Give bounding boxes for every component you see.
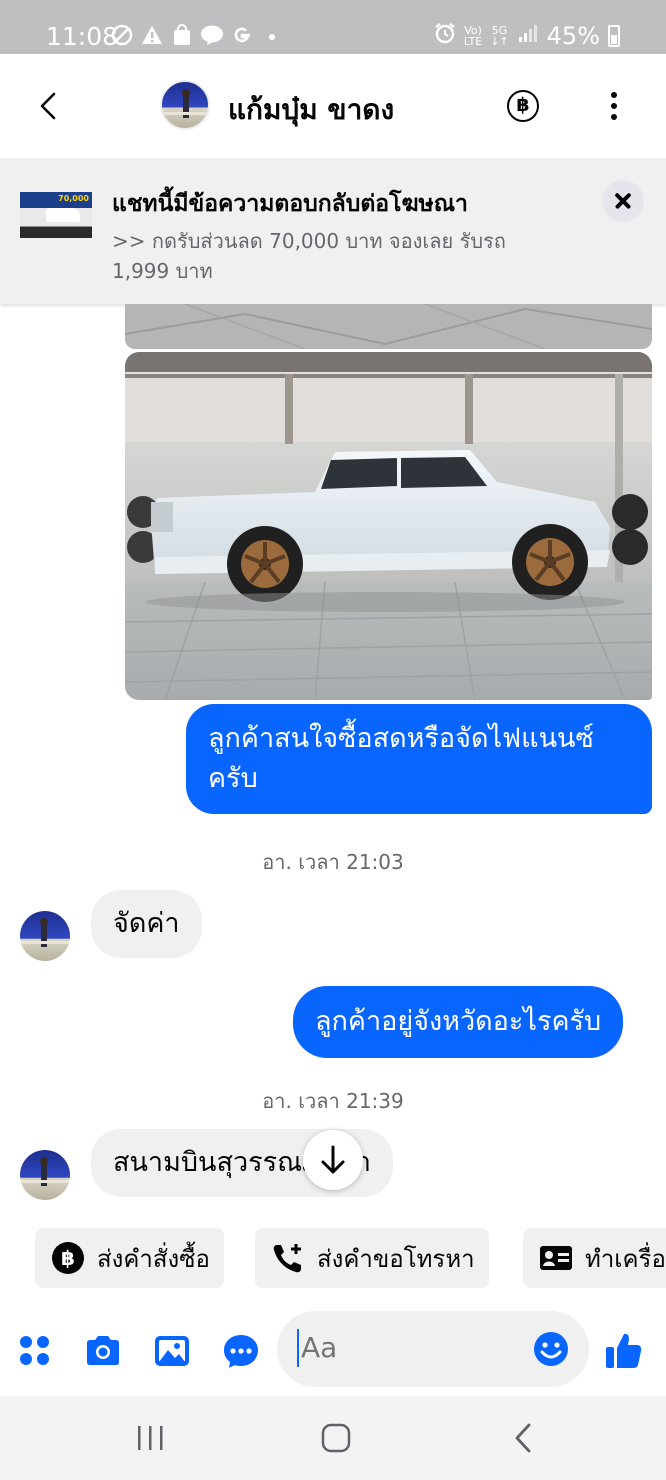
message-timestamp: อา. เวลา 21:39 bbox=[262, 1089, 404, 1113]
message-composer bbox=[0, 1306, 666, 1396]
ad-thumbnail: 70,000 bbox=[20, 192, 92, 238]
system-back-button[interactable] bbox=[503, 1422, 543, 1454]
signal-icon bbox=[517, 22, 539, 50]
contact-avatar-small[interactable] bbox=[20, 1150, 70, 1200]
baht-circle-icon: ฿ bbox=[52, 1242, 84, 1274]
chat-apps-button[interactable] bbox=[222, 1332, 260, 1370]
alarm-icon bbox=[434, 22, 456, 50]
emoji-button[interactable] bbox=[533, 1331, 569, 1367]
message-input-box[interactable] bbox=[277, 1311, 589, 1387]
warning-icon bbox=[140, 24, 164, 48]
gallery-button[interactable] bbox=[153, 1332, 191, 1370]
recent-apps-icon bbox=[138, 1426, 163, 1450]
chat-bubble-icon bbox=[224, 1335, 258, 1368]
status-right: Vo) LTE 5G ↓↑ 45% bbox=[434, 22, 620, 50]
chat-header: แก้มบุ๋ม ขาดง ฿ bbox=[0, 54, 666, 158]
more-actions-button[interactable] bbox=[16, 1332, 54, 1370]
contact-name[interactable]: แก้มบุ๋ม ขาดง bbox=[228, 88, 394, 132]
four-dots-icon bbox=[20, 1336, 49, 1365]
camera-button[interactable] bbox=[84, 1332, 122, 1370]
dot-icon bbox=[260, 24, 284, 48]
dnd-icon bbox=[110, 24, 134, 48]
home-button[interactable] bbox=[316, 1422, 356, 1454]
google-icon bbox=[230, 24, 254, 48]
baht-icon: ฿ bbox=[516, 94, 530, 116]
contact-card-icon bbox=[540, 1246, 572, 1270]
chat-photo-previous[interactable] bbox=[125, 304, 652, 349]
text-cursor bbox=[297, 1329, 299, 1367]
chat-photo-pickup-truck[interactable] bbox=[125, 352, 652, 700]
scroll-to-bottom-button[interactable] bbox=[303, 1130, 363, 1190]
battery-icon bbox=[608, 25, 620, 47]
ad-banner-subtitle: >> กดรับส่วนลด 70,000 บาท จองเลย รับรถ 1… bbox=[112, 229, 506, 283]
camera-icon bbox=[87, 1336, 119, 1365]
shopping-bag-icon bbox=[170, 24, 194, 48]
message-input[interactable] bbox=[301, 1331, 521, 1364]
message-incoming[interactable]: จัดค่า bbox=[91, 890, 202, 958]
quick-reply-request-call[interactable]: ส่งคำขอโทรหา bbox=[255, 1228, 489, 1288]
arrow-down-icon bbox=[321, 1145, 345, 1174]
close-banner-button[interactable] bbox=[602, 180, 644, 222]
more-options-button[interactable] bbox=[604, 92, 624, 122]
quick-reply-send-order[interactable]: ฿ ส่งคำสั่งซื้อ bbox=[35, 1228, 224, 1288]
status-bar: 11:08 Vo) LTE 5G ↓↑ 45% bbox=[0, 0, 666, 54]
contact-avatar[interactable] bbox=[160, 80, 210, 130]
line-app-icon bbox=[200, 24, 224, 48]
thumbs-up-icon bbox=[606, 1333, 642, 1368]
back-arrow-icon bbox=[515, 1423, 531, 1453]
ad-banner-title: แชทนี้มีข้อความตอบกลับต่อโฆษณา bbox=[112, 191, 468, 217]
contact-avatar-small[interactable] bbox=[20, 911, 70, 961]
system-navigation-bar bbox=[0, 1396, 666, 1480]
message-timestamp: อา. เวลา 21:03 bbox=[262, 850, 404, 874]
message-outgoing[interactable]: ลูกค้าอยู่จังหวัดอะไรครับ bbox=[293, 986, 624, 1058]
chevron-left-icon bbox=[40, 92, 56, 120]
notification-icons bbox=[110, 24, 284, 48]
quick-reply-contact-card[interactable]: ทำเครื่อง bbox=[523, 1228, 666, 1288]
smiley-icon bbox=[534, 1332, 568, 1366]
phone-plus-icon bbox=[273, 1244, 301, 1273]
status-time: 11:08 bbox=[46, 22, 119, 51]
like-button[interactable] bbox=[604, 1330, 642, 1368]
image-icon bbox=[155, 1336, 189, 1366]
home-icon bbox=[321, 1423, 351, 1453]
svg-text:฿: ฿ bbox=[61, 1246, 75, 1270]
battery-percent: 45% bbox=[546, 22, 600, 50]
volte-indicator: Vo) LTE bbox=[463, 24, 483, 48]
payment-button[interactable]: ฿ bbox=[507, 90, 539, 122]
network-type: 5G ↓↑ bbox=[490, 24, 509, 48]
message-outgoing[interactable]: ลูกค้าสนใจซื้อสดหรือจัดไฟแนนซ์ครับ bbox=[186, 704, 652, 814]
ad-reply-banner[interactable]: 70,000 แชทนี้มีข้อความตอบกลับต่อโฆษณา >>… bbox=[0, 158, 666, 304]
quick-replies-bar: ฿ ส่งคำสั่งซื้อ ส่งคำขอโทรหา ทำเครื่อง bbox=[0, 1228, 666, 1290]
more-vertical-icon bbox=[611, 92, 617, 98]
recent-apps-button[interactable] bbox=[130, 1422, 170, 1454]
back-button[interactable] bbox=[32, 88, 68, 124]
